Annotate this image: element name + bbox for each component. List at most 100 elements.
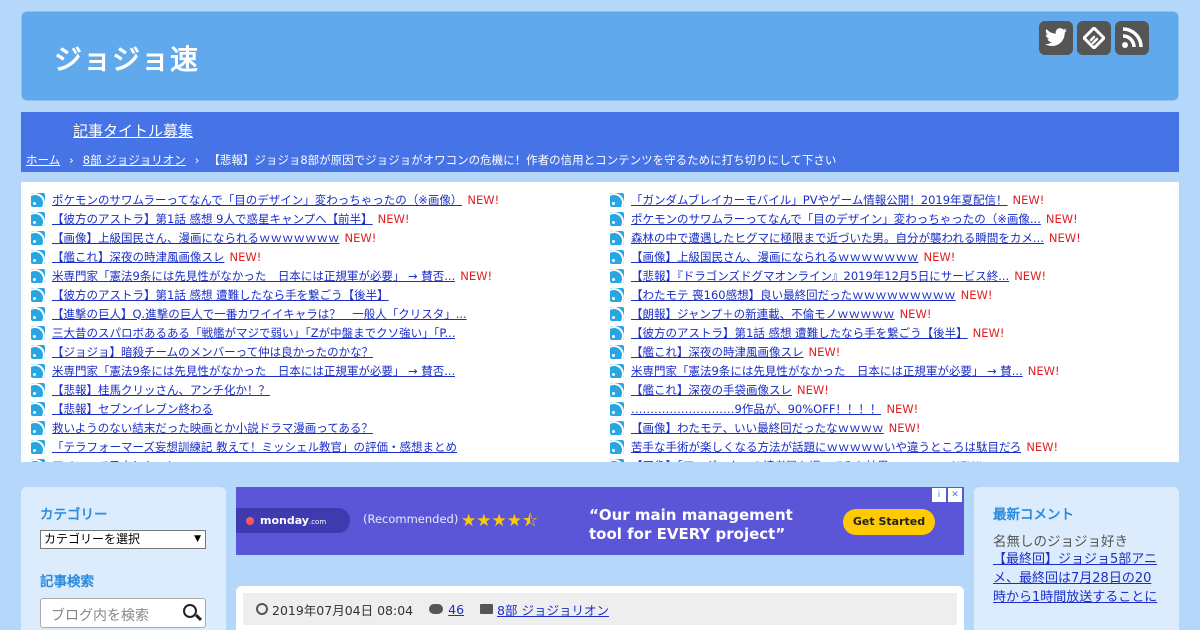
feed-item-link[interactable]: 米専門家「憲法9条には先見性がなかった 日本には正規軍が必要」 → 賛否... <box>52 363 455 379</box>
feed-item-link[interactable]: 【悲報】セブンイレブン終わる <box>52 401 213 417</box>
feed-item-link[interactable]: 「テラフォーマーズ妄想訓練記 教えて！ミッシェル教官」の評価・感想まとめ <box>52 439 457 455</box>
feed-item: 救いようのない結末だった映画とか小説ドラマ漫画ってある？ <box>31 418 591 437</box>
category-select[interactable]: カテゴリーを選択 ▼ <box>40 530 206 549</box>
new-badge: NEW! <box>1014 268 1047 283</box>
dropdown-arrow-icon: ▼ <box>194 534 201 544</box>
new-badge: NEW! <box>797 382 829 397</box>
feed-item-link[interactable]: 【艦これ】深夜の手袋画像スレ <box>631 382 792 398</box>
category-select-value: カテゴリーを選択 <box>44 532 141 546</box>
feed-item: 【朗報】ジャンプ＋の新連載、不倫モノｗｗｗｗｗ NEW! <box>610 304 1170 323</box>
rss-feed-icon <box>31 192 45 207</box>
twitter-icon[interactable] <box>1039 21 1073 55</box>
rss-feed-icon <box>610 230 624 245</box>
feed-item: 米専門家「憲法9条には先見性がなかった 日本には正規軍が必要」 → 賛否... <box>31 361 591 380</box>
new-badge: NEW! <box>951 459 983 463</box>
feed-item-link[interactable]: 米専門家「憲法9条には先見性がなかった 日本には正規軍が必要」 → 賛... <box>631 363 1023 379</box>
article-card: 2019年07月04日 08:04 46 8部 ジョジョリオン <box>236 586 964 630</box>
feed-item-link[interactable]: アイコンで予言したこと <box>52 458 178 463</box>
rss-feed-icon <box>610 306 624 321</box>
post-category-link[interactable]: 8部 ジョジョリオン <box>497 600 609 619</box>
breadcrumb-category[interactable]: 8部 ジョジョリオン <box>83 153 186 167</box>
sidebar-left: カテゴリー カテゴリーを選択 ▼ 記事検索 ブログ内を検索 <box>21 487 226 630</box>
feed-item-link[interactable]: 米専門家「憲法9条には先見性がなかった 日本には正規軍が必要」 → 賛否... <box>52 268 455 284</box>
feed-item: 【進撃の巨人】Q.進撃の巨人で一番カワイイキャラは？ 一般人「クリスタ」... <box>31 304 591 323</box>
category-heading: カテゴリー <box>40 507 108 523</box>
new-badge: NEW! <box>886 401 919 416</box>
search-icon[interactable] <box>183 604 197 618</box>
feed-item-link[interactable]: 森林の中で遭遇したヒグマに極限まで近づいた男。自分が襲われる瞬間をカメ... <box>631 230 1044 246</box>
rss-feed-icon <box>610 401 624 416</box>
rss-feed-icon <box>610 344 624 359</box>
feed-item-link[interactable]: 【画像】上級国民さん、漫画になられるｗｗｗｗｗｗｗ <box>631 249 919 265</box>
rss-feed-icon <box>31 249 45 264</box>
feed-column-right: 「ガンダムブレイカーモバイル」PVやゲーム情報公開！2019年夏配信！ NEW! ポ… <box>610 190 1170 462</box>
feed-item: 【わたモテ 喪160感想】良い最終回だったｗｗｗｗｗｗｗｗｗ NEW! <box>610 285 1170 304</box>
feed-item-link[interactable]: 【画像】「アンダーク」の読者層を調べてみた結果ｗｗｗｗｗ <box>631 458 946 463</box>
feed-item-link[interactable]: 【朗報】ジャンプ＋の新連載、不倫モノｗｗｗｗｗ <box>631 306 895 322</box>
feed-item: ポケモンのサワムラーってなんで「目のデザイン」変わっちゃったの（※画像） NEW! <box>31 190 591 209</box>
new-badge: NEW! <box>1048 230 1081 245</box>
new-badge: NEW! <box>972 325 1005 340</box>
rss-feed-icon <box>610 382 624 397</box>
feed-item: 米専門家「憲法9条には先見性がなかった 日本には正規軍が必要」 → 賛... NE… <box>610 361 1170 380</box>
feed-item-link[interactable]: 【艦これ】深夜の時津風画像スレ <box>631 344 804 360</box>
feed-item: 【艦これ】深夜の時津風画像スレ NEW! <box>31 247 591 266</box>
close-icon[interactable]: ✕ <box>948 488 962 502</box>
ad-brand-logo: monday.com <box>236 508 350 533</box>
feed-item-link[interactable]: 苦手な手術が楽しくなる方法が話題にｗｗｗｗｗいや違うところは駄目だろ <box>631 439 1021 455</box>
new-badge: NEW! <box>923 249 956 264</box>
nav-recruit-link[interactable]: 記事タイトル募集 <box>73 120 193 141</box>
feed-item-link[interactable]: 【ジョジョ】暗殺チームのメンバーって仲は良かったのかな？ <box>52 344 373 360</box>
rss-feed-icon <box>31 287 45 302</box>
site-header: ジョジョ速 <box>21 11 1179 101</box>
ad-info-icon[interactable]: i <box>932 488 946 502</box>
feed-item-link[interactable]: 【悲報】桂馬クリッさん、アンチ化か！？ <box>52 382 270 398</box>
site-title[interactable]: ジョジョ速 <box>54 38 199 78</box>
feed-item-link[interactable]: 【艦これ】深夜の時津風画像スレ <box>52 249 225 265</box>
feed-item-link[interactable]: ………………………9作品が、90%OFF！！！！ <box>631 401 881 417</box>
get-started-button[interactable]: Get Started <box>843 509 935 535</box>
new-badge: NEW! <box>808 344 841 359</box>
new-badge: NEW! <box>1027 363 1060 378</box>
rss-feed-icon <box>610 287 624 302</box>
feed-item: 三大昔のスパロボあるある「戦艦がマジで弱い」「Zが中盤までクソ強い」「P... <box>31 323 591 342</box>
new-badge: NEW! <box>888 420 921 435</box>
ad-headline: “Our main management tool for EVERY proj… <box>589 506 793 543</box>
feed-item: 「テラフォーマーズ妄想訓練記 教えて！ミッシェル教官」の評価・感想まとめ <box>31 437 591 456</box>
feed-item-link[interactable]: 【彼方のアストラ】第1話 感想 9人で惑星キャンプへ【前半】 <box>52 211 373 227</box>
post-meta: 2019年07月04日 08:04 46 8部 ジョジョリオン <box>243 593 957 625</box>
feed-item-link[interactable]: 【彼方のアストラ】第1話 感想 遭難したなら手を繋ごう【後半】 <box>52 287 389 303</box>
feedly-icon[interactable] <box>1077 21 1111 55</box>
feed-item-link[interactable]: 【画像】わたモテ、いい最終回だったなｗｗｗｗ <box>631 420 884 436</box>
search-input[interactable]: ブログ内を検索 <box>40 598 206 628</box>
feed-item: 【画像】わたモテ、いい最終回だったなｗｗｗｗ NEW! <box>610 418 1170 437</box>
new-badge: NEW! <box>467 192 500 207</box>
comment-count-link[interactable]: 46 <box>448 602 464 617</box>
clock-icon <box>256 603 268 615</box>
feed-item-link[interactable]: 「ガンダムブレイカーモバイル」PVやゲーム情報公開！2019年夏配信！ <box>631 192 1008 208</box>
feed-item: ………………………9作品が、90%OFF！！！！ NEW! <box>610 399 1170 418</box>
feed-item-link[interactable]: 【画像】上級国民さん、漫画になられるｗｗｗｗｗｗｗ <box>52 230 340 246</box>
ad-banner[interactable]: monday.com (Recommended) ★★★★⯪ “Our main… <box>236 487 964 555</box>
feed-item-link[interactable]: 三大昔のスパロボあるある「戦艦がマジで弱い」「Zが中盤までクソ強い」「P... <box>52 325 455 341</box>
recent-comment-link[interactable]: 【最終回】ジョジョ5部アニメ、最終回は7月28日の20時から1時間放送することに <box>993 550 1159 607</box>
feed-item-link[interactable]: ポケモンのサワムラーってなんで「目のデザイン」変わっちゃったの（※画像） <box>52 192 462 208</box>
feed-item: 【画像】上級国民さん、漫画になられるｗｗｗｗｗｗｗ NEW! <box>31 228 591 247</box>
feed-item: 【彼方のアストラ】第1話 感想 遭難したなら手を繋ごう【後半】 <box>31 285 591 304</box>
search-heading: 記事検索 <box>40 574 94 590</box>
rss-feed-icon <box>31 458 45 462</box>
feed-item-link[interactable]: 救いようのない結末だった映画とか小説ドラマ漫画ってある？ <box>52 420 373 436</box>
feed-item-link[interactable]: 【進撃の巨人】Q.進撃の巨人で一番カワイイキャラは？ 一般人「クリスタ」... <box>52 306 467 322</box>
feed-item: 「ガンダムブレイカーモバイル」PVやゲーム情報公開！2019年夏配信！ NEW! <box>610 190 1170 209</box>
rss-feed-icon <box>31 401 45 416</box>
feed-item: 【画像】「アンダーク」の読者層を調べてみた結果ｗｗｗｗｗ NEW! <box>610 456 1170 462</box>
feed-item-link[interactable]: 【悲報】『ドラゴンズドグマオンライン』2019年12月5日にサービス終... <box>631 268 1009 284</box>
rss-feed-icon <box>31 363 45 378</box>
feed-item-link[interactable]: ポケモンのサワムラーってなんで「目のデザイン」変わっちゃったの（※画像... <box>631 211 1041 227</box>
chevron-right-icon: › <box>69 153 74 167</box>
breadcrumb-home[interactable]: ホーム <box>26 153 60 167</box>
rss-feed-icon <box>31 420 45 435</box>
rss-icon[interactable] <box>1115 21 1149 55</box>
feed-item-link[interactable]: 【彼方のアストラ】第1話 感想 遭難したなら手を繋ごう【後半】 <box>631 325 968 341</box>
feed-item-link[interactable]: 【わたモテ 喪160感想】良い最終回だったｗｗｗｗｗｗｗｗｗ <box>631 287 956 303</box>
